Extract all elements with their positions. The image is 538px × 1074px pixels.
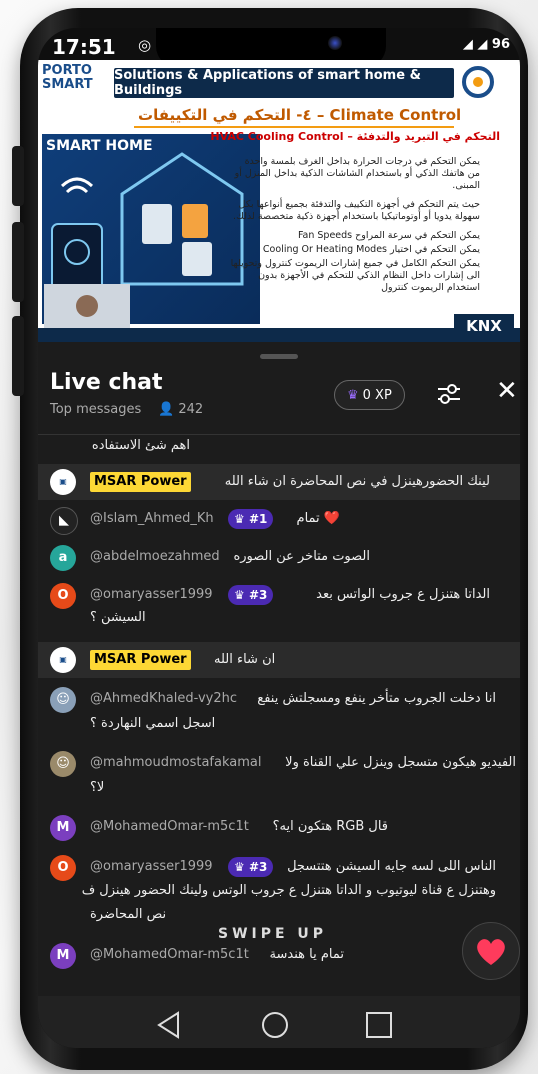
chat-message: M @MohamedOmar-m5c1t هتكون ايه؟ RGB قال — [38, 810, 520, 846]
owner-badge[interactable]: MSAR Power — [90, 472, 191, 492]
drag-handle[interactable] — [260, 354, 298, 359]
smart-home-label: SMART HOME — [46, 138, 153, 154]
message-text: الصوت متاخر عن الصوره — [233, 549, 370, 564]
status-time: 17:51 — [52, 35, 116, 59]
back-icon[interactable] — [154, 1010, 184, 1040]
volume-button — [12, 146, 24, 206]
slide-heading: ٤- التحكم في التكييفات – Climate Control — [138, 106, 462, 124]
heading-underline — [134, 126, 454, 128]
slide-paragraph: يمكن التحكم في سرعة المراوح Fan Speeds — [297, 230, 480, 241]
message-text-cont: نص المحاضرة — [90, 907, 167, 922]
avatar[interactable]: ☺ — [50, 687, 76, 713]
heart-icon — [477, 939, 505, 965]
power-button — [12, 316, 24, 396]
message-author[interactable]: @omaryasser1999 — [90, 587, 213, 602]
message-text: الفيديو هيكون متسجل وينزل علي القناة ولا — [285, 755, 516, 770]
chat-title: Live chat — [50, 370, 163, 395]
close-icon[interactable]: ✕ — [496, 378, 518, 404]
chat-message: M @MohamedOmar-m5c1t تمام يا هندسة — [38, 938, 520, 974]
message-text: اهم شئ الاستفاده — [91, 438, 190, 453]
avatar[interactable]: ▣ — [50, 469, 76, 495]
porto-smart-logo: PORTO SMART — [42, 63, 93, 92]
video-player[interactable]: PORTO SMART Solutions & Applications of … — [38, 60, 520, 342]
chat-mode-selector[interactable]: Top messages — [50, 402, 141, 417]
swipe-up-hint: SWIPE UP — [218, 926, 328, 942]
xp-label: 0 XP — [362, 387, 392, 403]
slide-text: يمكن التحكم في درجات الحرارة بداخل الغرف… — [230, 156, 480, 301]
message-text: ان شاء الله — [214, 652, 276, 667]
knx-logo: KNX — [454, 314, 514, 338]
message-text: تمام ❤️ — [296, 511, 340, 526]
viewer-count-value: 242 — [178, 402, 204, 417]
slide-paragraph: يمكن التحكم الكامل في جميع إشارات الريمو… — [230, 258, 480, 293]
chat-message: O @omaryasser1999 ♛ #3 الداتا هتنزل ع جر… — [38, 578, 520, 638]
chat-message: ▣ MSAR Power لينك الحضورهينزل في نص المح… — [38, 464, 520, 500]
message-text: الداتا هتنزل ع جروب الواتس بعد — [316, 587, 490, 602]
slide-paragraph: يمكن التحكم في درجات الحرارة بداخل الغرف… — [234, 156, 480, 191]
message-author[interactable]: @MohamedOmar-m5c1t — [90, 819, 249, 834]
chat-message: ☺ @mahmoudmostafakamal الفيديو هيكون متس… — [38, 746, 520, 808]
recent-apps-icon[interactable] — [364, 1010, 394, 1040]
avatar[interactable]: ▣ — [50, 647, 76, 673]
message-text: تمام يا هندسة — [269, 947, 344, 962]
slide-paragraph: يمكن التحكم في اختيار Cooling Or Heating… — [262, 244, 480, 255]
avatar[interactable]: ☺ — [50, 751, 76, 777]
message-author[interactable]: @MohamedOmar-m5c1t — [90, 947, 249, 962]
filter-icon[interactable] — [436, 382, 462, 406]
crown-icon: ♛ — [234, 512, 249, 526]
crown-icon: ♛ — [234, 860, 249, 874]
chat-message: اهم شئ الاستفاده — [38, 436, 520, 462]
android-nav-bar — [38, 996, 520, 1048]
message-text: لينك الحضورهينزل في نص المحاضرة ان شاء ا… — [224, 474, 490, 489]
chat-message: ▣ MSAR Power ان شاء الله — [38, 642, 520, 678]
owner-badge[interactable]: MSAR Power — [90, 650, 191, 670]
chat-message: O @omaryasser1999 ♛ #3 الناس اللى لسه جا… — [38, 850, 520, 934]
message-text: هتكون ايه؟ RGB قال — [272, 819, 388, 834]
porto-smart-logo-right — [460, 64, 520, 102]
xp-button[interactable]: ♛ 0 XP — [334, 380, 405, 410]
person-icon: 👤 — [158, 402, 175, 417]
slide-footer-band — [38, 328, 520, 342]
message-text: الناس اللى لسه جايه السيشن هتتسجل — [287, 859, 496, 874]
avatar[interactable]: ◣ — [50, 507, 78, 535]
home-icon[interactable] — [260, 1010, 290, 1040]
message-author[interactable]: @Islam_Ahmed_Kh — [90, 511, 214, 526]
divider — [38, 434, 520, 435]
chat-message: a @abdelmoezahmed الصوت متاخر عن الصوره — [38, 540, 520, 576]
message-author[interactable]: @mahmoudmostafakamal — [90, 755, 261, 770]
crown-icon: ♛ — [234, 588, 249, 602]
avatar[interactable]: O — [50, 583, 76, 609]
member-badge: ♛ #3 — [228, 585, 274, 605]
avatar[interactable]: M — [50, 943, 76, 969]
member-badge: ♛ #3 — [228, 857, 274, 877]
message-text: انا دخلت الجروب متأخر ينفع ومسجلتش ينفع — [257, 691, 496, 706]
hvac-label: HVAC Cooling Control – التحكم في التبريد… — [210, 130, 500, 143]
message-author[interactable]: @omaryasser1999 — [90, 859, 213, 874]
battery-level: 96 — [491, 37, 510, 52]
avatar[interactable]: M — [50, 815, 76, 841]
chat-message: ◣ @Islam_Ahmed_Kh ♛ #1 تمام ❤️ — [38, 502, 520, 538]
front-camera — [328, 36, 342, 50]
chat-message: ☺ @AhmedKhaled-vy2hc انا دخلت الجروب متأ… — [38, 682, 520, 744]
volume-button — [12, 222, 24, 302]
crown-icon: ♛ — [347, 387, 359, 403]
message-text-cont: لا؟ — [90, 780, 105, 795]
chat-message-list[interactable]: اهم شئ الاستفاده ▣ MSAR Power لينك الحضو… — [38, 436, 520, 996]
slide-paragraph: حيث يتم التحكم في أجهزة التكييف والتدفئة… — [233, 199, 480, 222]
message-text-cont: وهتنزل ع قناة ليوتيوب و الداتا هتنزل ع ج… — [81, 883, 496, 898]
video-title-banner: Solutions & Applications of smart home &… — [114, 68, 454, 98]
message-author[interactable]: @abdelmoezahmed — [90, 549, 220, 564]
message-author[interactable]: @AhmedKhaled-vy2hc — [90, 691, 237, 706]
avatar[interactable]: O — [50, 855, 76, 881]
signal-icons: ◢ ◢ 96 — [462, 37, 510, 52]
message-text-cont: السيشن ؟ — [90, 610, 146, 625]
viewer-count: 👤 242 — [158, 402, 203, 417]
avatar[interactable]: a — [50, 545, 76, 571]
message-text-cont: اسجل اسمي النهاردة ؟ — [90, 716, 216, 731]
live-chat-panel: Live chat Top messages 👤 242 ♛ 0 XP ✕ اهم… — [38, 342, 520, 1048]
phone-screen: 17:51 ◎ ▪ ▸ ◢ ◢ 96 PORTO SMART Solutions… — [38, 28, 520, 1048]
like-button[interactable] — [462, 922, 520, 980]
member-badge: ♛ #1 — [228, 509, 274, 529]
